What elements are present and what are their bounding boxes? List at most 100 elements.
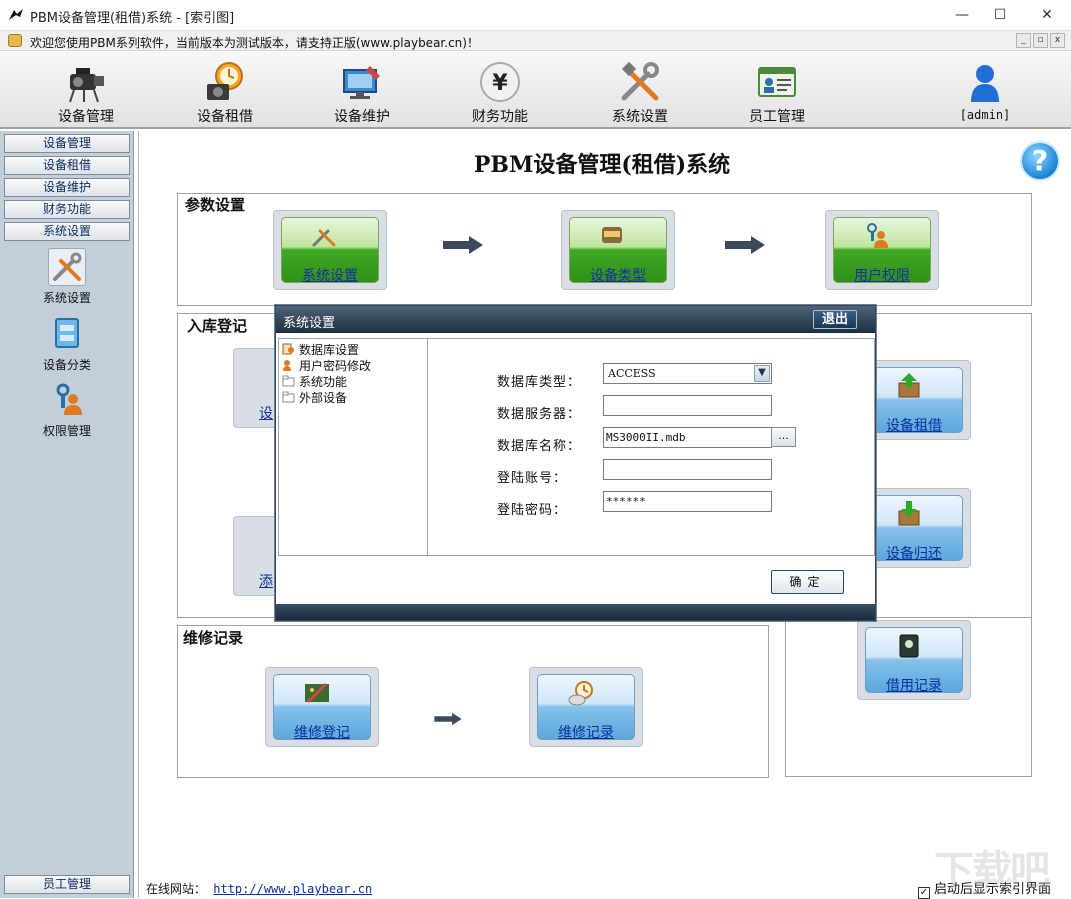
toolbar-label: 系统设置 bbox=[590, 106, 690, 126]
tree-item-label: 数据库设置 bbox=[299, 343, 359, 357]
tile-repair-record[interactable]: 维修记录 bbox=[529, 667, 643, 747]
exit-button[interactable]: 退出 bbox=[813, 310, 857, 329]
toolbar-staff-management[interactable]: 员工管理 bbox=[727, 52, 827, 129]
device-type-icon bbox=[598, 221, 626, 249]
close-button[interactable]: ✕ bbox=[1024, 0, 1070, 31]
flow-arrow-icon bbox=[441, 235, 485, 255]
sidebar-shortcut-label: 系统设置 bbox=[0, 289, 134, 306]
folder-icon bbox=[282, 391, 295, 403]
sidebar-item-staff-management[interactable]: 员工管理 bbox=[4, 875, 130, 894]
camera-lend-icon bbox=[203, 60, 247, 104]
param-settings-panel: 参数设置 系统设置 设备类型 用户权限 bbox=[177, 193, 1032, 306]
login-account-label: 登陆账号： bbox=[497, 467, 567, 486]
book-icon bbox=[894, 631, 924, 661]
panel-title: 维修记录 bbox=[183, 627, 243, 648]
tile-label: 系统设置 bbox=[274, 265, 386, 285]
app-logo-icon bbox=[8, 8, 24, 22]
sidebar-item-device-management[interactable]: 设备管理 bbox=[4, 134, 130, 153]
video-camera-icon bbox=[64, 60, 108, 104]
sidebar-shortcut-permission[interactable]: 权限管理 bbox=[0, 381, 134, 439]
toolbar-label: 设备管理 bbox=[36, 106, 136, 126]
tree-item-external-devices[interactable]: 外部设备 bbox=[281, 389, 347, 405]
flow-arrow-icon bbox=[433, 709, 463, 729]
sidebar-item-device-maintenance[interactable]: 设备维护 bbox=[4, 178, 130, 197]
tools-icon bbox=[618, 60, 662, 104]
mdi-minimize-icon[interactable]: _ bbox=[1016, 33, 1031, 48]
dialog-title: 系统设置 bbox=[283, 312, 335, 331]
website-link[interactable]: http://www.playbear.cn bbox=[213, 882, 372, 896]
login-account-input[interactable] bbox=[603, 459, 772, 480]
sidebar-item-system-settings[interactable]: 系统设置 bbox=[4, 222, 130, 241]
browse-button[interactable]: ... bbox=[771, 427, 796, 447]
confirm-button[interactable]: 确定 bbox=[771, 570, 844, 594]
tree-item-system-functions[interactable]: 系统功能 bbox=[281, 373, 347, 389]
db-server-input[interactable] bbox=[603, 395, 772, 416]
repair-panel: 维修记录 维修登记 维修记录 bbox=[177, 625, 769, 778]
sidebar-shortcut-device-category[interactable]: 设备分类 bbox=[0, 315, 134, 373]
flow-arrow-icon bbox=[723, 235, 767, 255]
watermark-logo: 下载吧 bbox=[934, 838, 1048, 896]
database-settings-form: 数据库类型： ACCESS ▼ 数据服务器： 数据库名称： MS3000II.m… bbox=[428, 338, 875, 556]
toolbar-system-settings[interactable]: 系统设置 bbox=[590, 52, 690, 129]
sidebar-item-device-lending[interactable]: 设备租借 bbox=[4, 156, 130, 175]
toolbar-label: 设备维护 bbox=[312, 106, 412, 126]
monitor-repair-icon bbox=[340, 60, 384, 104]
notice-text: 欢迎您使用PBM系列软件，当前版本为测试版本，请支持正版(www.playbea… bbox=[30, 34, 479, 51]
cabinet-icon bbox=[48, 315, 86, 353]
tile-label: 借用记录 bbox=[858, 675, 970, 695]
tile-label: 维修记录 bbox=[530, 722, 642, 742]
main-toolbar: 设备管理 设备租借 设备维护 ¥ 财务功能 bbox=[0, 52, 1071, 129]
startup-checkbox[interactable]: ✓ bbox=[918, 887, 930, 899]
website-label: 在线网站： bbox=[146, 882, 206, 896]
tree-item-database-settings[interactable]: 数据库设置 bbox=[281, 341, 359, 357]
sidebar: 设备管理 设备租借 设备维护 财务功能 系统设置 系统设置 设备分类 权限管理 … bbox=[0, 131, 134, 898]
mdi-restore-icon[interactable]: ▫ bbox=[1033, 33, 1048, 48]
svg-text:¥: ¥ bbox=[492, 71, 508, 96]
toolbar-device-maintenance[interactable]: 设备维护 bbox=[312, 52, 412, 129]
sidebar-shortcut-label: 权限管理 bbox=[0, 422, 134, 439]
panel-title: 入库登记 bbox=[187, 315, 247, 336]
toolbar-device-lending[interactable]: 设备租借 bbox=[175, 52, 275, 129]
sidebar-shortcut-label: 设备分类 bbox=[0, 356, 134, 373]
help-icon[interactable]: ? bbox=[1020, 141, 1060, 181]
tree-item-label: 系统功能 bbox=[299, 375, 347, 389]
window-title: PBM设备管理(租借)系统 - [索引图] bbox=[30, 7, 234, 26]
tree-item-password-change[interactable]: 用户密码修改 bbox=[281, 357, 371, 373]
yen-icon: ¥ bbox=[478, 60, 522, 104]
db-type-label: 数据库类型： bbox=[497, 371, 581, 390]
tile-system-settings[interactable]: 系统设置 bbox=[273, 210, 387, 290]
login-password-input[interactable]: ****** bbox=[603, 491, 772, 512]
tile-label: 设 bbox=[259, 403, 273, 423]
borrow-record-panel: 借用记录 bbox=[785, 618, 1032, 777]
title-bar: PBM设备管理(租借)系统 - [索引图] — ☐ ✕ bbox=[0, 0, 1071, 31]
sidebar-item-finance[interactable]: 财务功能 bbox=[4, 200, 130, 219]
dialog-title-bar: 系统设置 退出 bbox=[276, 306, 875, 333]
mdi-close-icon[interactable]: x bbox=[1050, 33, 1065, 48]
db-type-value: ACCESS bbox=[608, 367, 656, 380]
db-type-select[interactable]: ACCESS ▼ bbox=[603, 363, 772, 384]
notice-bar: 欢迎您使用PBM系列软件，当前版本为测试版本，请支持正版(www.playbea… bbox=[0, 31, 1071, 51]
system-settings-dialog: 系统设置 退出 数据库设置 用户密码修改 系统功能 外部设备 数据库类型： AC… bbox=[275, 305, 876, 621]
tile-repair-register[interactable]: 维修登记 bbox=[265, 667, 379, 747]
login-password-label: 登陆密码： bbox=[497, 499, 567, 518]
db-name-input[interactable]: MS3000II.mdb bbox=[603, 427, 772, 448]
chevron-down-icon[interactable]: ▼ bbox=[754, 365, 770, 382]
sidebar-shortcut-system-settings[interactable]: 系统设置 bbox=[0, 248, 134, 306]
user-key-icon bbox=[862, 221, 890, 249]
database-user-icon bbox=[282, 343, 295, 355]
tile-device-type[interactable]: 设备类型 bbox=[561, 210, 675, 290]
box-down-icon bbox=[894, 499, 924, 529]
circuit-repair-icon bbox=[302, 678, 332, 708]
tile-borrow-record[interactable]: 借用记录 bbox=[857, 620, 971, 700]
tile-label: 维修登记 bbox=[266, 722, 378, 742]
toolbar-current-user[interactable]: [admin] bbox=[935, 52, 1035, 129]
toolbar-finance[interactable]: ¥ 财务功能 bbox=[450, 52, 550, 129]
toolbar-device-management[interactable]: 设备管理 bbox=[36, 52, 136, 129]
tile-user-permission[interactable]: 用户权限 bbox=[825, 210, 939, 290]
dialog-footer bbox=[276, 604, 875, 620]
page-title: PBM设备管理(租借)系统 bbox=[139, 147, 1065, 179]
tile-label: 设备类型 bbox=[562, 265, 674, 285]
tree-item-label: 外部设备 bbox=[299, 391, 347, 405]
website-status: 在线网站： http://www.playbear.cn bbox=[146, 880, 372, 897]
maximize-button[interactable]: ☐ bbox=[977, 0, 1023, 31]
